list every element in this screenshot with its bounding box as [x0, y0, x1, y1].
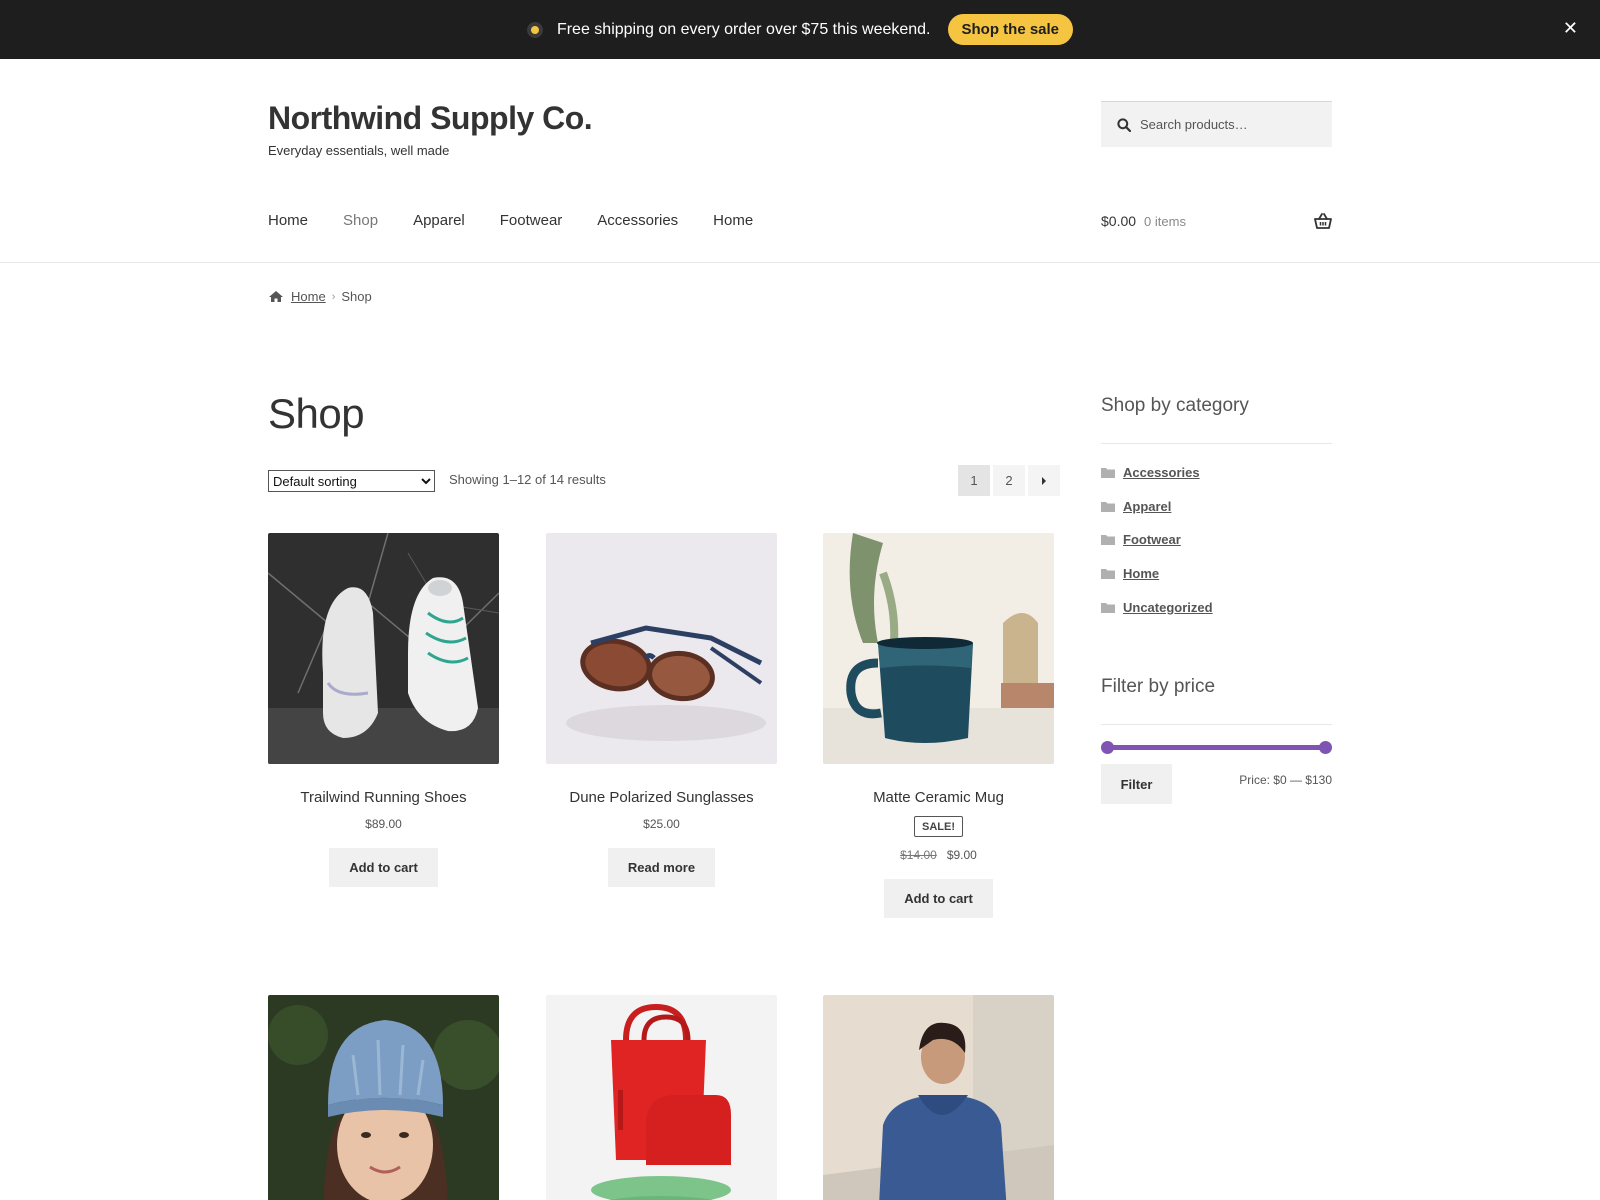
folder-icon — [1101, 603, 1115, 613]
product-image-ceramic-mug[interactable] — [823, 533, 1054, 764]
add-to-cart-button[interactable]: Add to cart — [329, 848, 438, 887]
product-image-running-shoes[interactable] — [268, 533, 499, 764]
price-widget-title: Filter by price — [1101, 676, 1216, 697]
add-to-cart-button[interactable]: Add to cart — [884, 879, 993, 918]
category-item-accessories[interactable]: Accessories — [1101, 465, 1200, 480]
promo-bar: Free shipping on every order over $75 th… — [0, 0, 1600, 59]
price-slider-max-handle[interactable] — [1319, 741, 1332, 754]
category-link[interactable]: Accessories — [1123, 465, 1200, 480]
original-price: $14.00 — [900, 848, 937, 862]
product-image-sunglasses[interactable] — [546, 533, 777, 764]
home-icon — [269, 291, 283, 302]
product-card: Dune Polarized Sunglasses $25.00 Read mo… — [546, 533, 777, 887]
sale-badge: SALE! — [914, 816, 963, 837]
nav-item-home-2[interactable]: Home — [713, 212, 753, 229]
breadcrumb: Home › Shop — [268, 289, 372, 304]
widget-divider — [1101, 443, 1332, 444]
product-card: Matte Ceramic Mug SALE! $14.00 $9.00 Add … — [823, 533, 1054, 918]
site-title[interactable]: Northwind Supply Co. — [268, 100, 593, 137]
nav-item-apparel[interactable]: Apparel — [413, 212, 465, 229]
breadcrumb-home-link[interactable]: Home — [291, 289, 326, 304]
folder-icon — [1101, 468, 1115, 478]
nav-item-home[interactable]: Home — [268, 212, 308, 229]
filter-button[interactable]: Filter — [1101, 764, 1172, 804]
result-count: Showing 1–12 of 14 results — [449, 472, 606, 487]
product-price: $89.00 — [365, 817, 402, 831]
basket-icon[interactable] — [1314, 213, 1332, 229]
category-link[interactable]: Home — [1123, 566, 1159, 581]
product-price: $14.00 $9.00 — [823, 848, 1054, 862]
site-tagline: Everyday essentials, well made — [268, 143, 450, 158]
category-item-uncategorized[interactable]: Uncategorized — [1101, 600, 1213, 615]
folder-icon — [1101, 502, 1115, 512]
nav-item-footwear[interactable]: Footwear — [500, 212, 563, 229]
cart-count[interactable]: 0 items — [1144, 214, 1186, 229]
product-price: $25.00 — [643, 817, 680, 831]
product-image-red-handbag[interactable] — [546, 995, 777, 1200]
category-item-footwear[interactable]: Footwear — [1101, 532, 1181, 547]
search-box — [1101, 101, 1332, 147]
folder-icon — [1101, 535, 1115, 545]
widget-divider — [1101, 724, 1332, 725]
promo-text: Free shipping on every order over $75 th… — [556, 20, 931, 38]
category-item-home[interactable]: Home — [1101, 566, 1159, 581]
pagination: 1 2 — [958, 465, 1060, 496]
primary-nav: Home Shop Apparel Footwear Accessories H… — [268, 212, 788, 229]
category-link[interactable]: Uncategorized — [1123, 600, 1213, 615]
close-icon[interactable]: ✕ — [1563, 18, 1578, 38]
header-divider — [0, 262, 1600, 263]
product-card — [546, 995, 777, 1200]
price-slider-min-handle[interactable] — [1101, 741, 1114, 754]
product-image-knit-beanie[interactable] — [268, 995, 499, 1200]
product-image-blue-hoodie[interactable] — [823, 995, 1054, 1200]
nav-item-accessories[interactable]: Accessories — [597, 212, 678, 229]
cart-total[interactable]: $0.00 — [1101, 213, 1136, 229]
price-range-label: Price: $0 — $130 — [1239, 773, 1332, 787]
category-link[interactable]: Apparel — [1123, 499, 1171, 514]
sale-price: $9.00 — [946, 848, 977, 862]
category-item-apparel[interactable]: Apparel — [1101, 499, 1171, 514]
product-title[interactable]: Matte Ceramic Mug — [823, 789, 1054, 806]
shop-the-sale-button[interactable]: Shop the sale — [947, 14, 1074, 45]
read-more-button[interactable]: Read more — [607, 848, 716, 887]
product-title[interactable]: Dune Polarized Sunglasses — [546, 789, 777, 806]
page-1-current: 1 — [958, 465, 990, 496]
price-slider-range[interactable] — [1107, 745, 1326, 750]
page-2-link[interactable]: 2 — [993, 465, 1025, 496]
nav-item-shop[interactable]: Shop — [343, 212, 378, 229]
folder-icon — [1101, 569, 1115, 579]
promo-dot-icon — [526, 21, 543, 38]
header-cart[interactable]: $0.00 0 items — [1101, 213, 1332, 229]
category-link[interactable]: Footwear — [1123, 532, 1181, 547]
product-card: Trailwind Running Shoes $89.00 Add to ca… — [268, 533, 499, 887]
categories-widget-title: Shop by category — [1101, 395, 1249, 416]
product-title[interactable]: Trailwind Running Shoes — [268, 789, 499, 806]
product-card — [823, 995, 1054, 1200]
product-card — [268, 995, 499, 1200]
search-input[interactable] — [1140, 117, 1320, 132]
sorting-select[interactable]: Default sorting — [268, 470, 435, 492]
next-page-icon[interactable] — [1028, 465, 1060, 496]
page-title: Shop — [268, 390, 365, 437]
breadcrumb-separator-icon: › — [331, 290, 336, 303]
search-icon — [1117, 117, 1131, 132]
breadcrumb-current: Shop — [341, 289, 372, 304]
